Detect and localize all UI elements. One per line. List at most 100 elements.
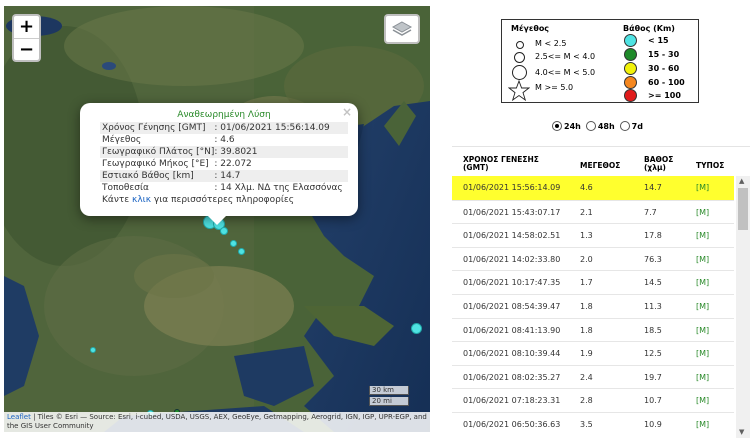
table-row[interactable]: 01/06/2021 14:02:33.80 2.0 76.3 [M] [452, 246, 734, 271]
cell-depth: 14.5 [644, 278, 662, 288]
legend-mag-4: M >= 5.0 [535, 83, 574, 92]
quake-popup: × Αναθεωρημένη Λύση Χρόνος Γένησης [GMT]… [80, 103, 358, 225]
events-panel: Μέγεθος Βάθος (Km) M < 2.5 2.5<= M < 4.0… [452, 0, 750, 438]
table-row[interactable]: 01/06/2021 15:43:07.17 2.1 7.7 [M] [452, 199, 734, 224]
cell-type: [M] [696, 231, 710, 241]
quake-marker[interactable] [411, 323, 422, 334]
popup-tip [208, 216, 226, 225]
cell-type: [M] [696, 325, 710, 335]
time-filter: 24h 48h 7d [552, 121, 646, 131]
popup-details: Χρόνος Γένησης [GMT]: 01/06/2021 15:56:1… [100, 122, 348, 194]
layers-icon [391, 21, 413, 36]
cell-time: 01/06/2021 08:54:39.47 [463, 301, 561, 311]
cell-depth: 10.9 [644, 419, 662, 429]
quake-marker[interactable] [230, 240, 237, 247]
popup-row: Γεωγραφικό Μήκος [°E]: 22.072 [100, 158, 348, 170]
cell-time: 01/06/2021 06:50:36.63 [463, 419, 561, 429]
map-view[interactable]: + − × Αναθεωρημένη Λύση Χρόνος Γένησης [… [4, 6, 430, 432]
cell-time: 01/06/2021 15:43:07.17 [463, 207, 561, 217]
cell-type: [M] [696, 372, 710, 382]
radio-48h-label[interactable]: 48h [598, 122, 615, 131]
cell-mag: 1.8 [580, 301, 593, 311]
quake-marker[interactable] [238, 248, 245, 255]
leaflet-link[interactable]: Leaflet [7, 413, 31, 421]
cell-depth: 14.7 [644, 183, 662, 192]
legend: Μέγεθος Βάθος (Km) M < 2.5 2.5<= M < 4.0… [501, 19, 699, 103]
header-type[interactable]: ΤΥΠΟΣ [696, 161, 724, 170]
table-row[interactable]: 01/06/2021 06:50:36.63 3.5 10.9 [M] [452, 411, 734, 436]
radio-48h[interactable] [585, 121, 596, 131]
popup-key: Εστιακό Βάθος [km] [100, 170, 215, 182]
magnitude-large-icon [512, 65, 527, 80]
quake-marker[interactable] [220, 227, 228, 235]
scrollbar-thumb[interactable] [738, 188, 748, 230]
cell-depth: 18.5 [644, 325, 662, 335]
popup-key: Μέγεθος [102, 135, 142, 145]
depth-red-dot [624, 89, 637, 102]
cell-time: 01/06/2021 15:56:14.09 [463, 183, 561, 192]
depth-green-dot [624, 48, 637, 61]
scroll-down-icon[interactable]: ▼ [739, 428, 744, 436]
popup-more-info: Κάντε κλικ για περισσότερες πληροφορίες [100, 195, 348, 205]
table-row[interactable]: 01/06/2021 07:18:23.31 2.8 10.7 [M] [452, 388, 734, 412]
header-magnitude[interactable]: ΜΕΓΕΘΟΣ [580, 161, 620, 170]
popup-value: : 14 Χλμ. ΝΔ της Ελασσόνας [214, 183, 343, 193]
cell-depth: 7.7 [644, 207, 657, 217]
scale-km: 30 km [369, 386, 409, 395]
cell-mag: 2.1 [580, 207, 593, 217]
cell-depth: 76.3 [644, 254, 662, 264]
table-row[interactable]: 01/06/2021 10:17:47.35 1.7 14.5 [M] [452, 270, 734, 294]
legend-mag-3: 4.0<= M < 5.0 [535, 68, 596, 77]
map-attribution: Leaflet | Tiles © Esri — Source: Esri, i… [4, 412, 430, 432]
cell-mag: 1.7 [580, 278, 593, 288]
table-row[interactable]: 01/06/2021 08:10:39.44 1.9 12.5 [M] [452, 341, 734, 365]
depth-yellow-dot [624, 62, 637, 75]
cell-depth: 19.7 [644, 372, 662, 382]
depth-orange-dot [624, 76, 637, 89]
radio-7d[interactable] [619, 121, 630, 131]
header-time-sub: (GMT) [463, 163, 489, 172]
popup-value: : 39.8021 [214, 146, 348, 158]
popup-key: Γεωγραφικό Πλάτος [°N] [100, 146, 215, 158]
cell-type: [M] [696, 207, 710, 217]
cell-mag: 1.9 [580, 349, 593, 359]
table-row[interactable]: 01/06/2021 08:02:35.27 2.4 19.7 [M] [452, 364, 734, 389]
zoom-in-button[interactable]: + [14, 16, 39, 38]
popup-row: Χρόνος Γένησης [GMT]: 01/06/2021 15:56:1… [100, 122, 348, 134]
depth-cyan-dot [624, 34, 637, 47]
radio-24h-label[interactable]: 24h [564, 122, 581, 131]
more-prefix: Κάντε [102, 195, 130, 205]
more-info-link[interactable]: κλικ [132, 195, 151, 205]
legend-depth-2: 15 - 30 [648, 50, 680, 59]
popup-title: Αναθεωρημένη Λύση [177, 110, 271, 120]
cell-time: 01/06/2021 07:18:23.31 [463, 396, 561, 406]
legend-depth-1: < 15 [648, 36, 669, 45]
quake-marker[interactable] [90, 347, 96, 353]
popup-key: Χρόνος Γένησης [GMT] [100, 122, 215, 134]
zoom-out-button[interactable]: − [14, 38, 39, 60]
table-row[interactable]: 01/06/2021 15:56:14.09 4.6 14.7 [M] [452, 176, 734, 200]
table-row[interactable]: 01/06/2021 08:54:39.47 1.8 11.3 [M] [452, 293, 734, 318]
layers-button[interactable] [384, 14, 420, 44]
events-table: 01/06/2021 15:56:14.09 4.6 14.7 [M] 01/06/2… [452, 176, 734, 436]
cell-mag: 2.8 [580, 396, 593, 406]
legend-depth-3: 30 - 60 [648, 64, 680, 73]
header-depth-sub: (χλμ) [644, 163, 666, 172]
magnitude-medium-icon [514, 52, 525, 63]
legend-mag-1: M < 2.5 [535, 39, 567, 48]
radio-24h[interactable] [552, 121, 562, 131]
legend-depth-5: >= 100 [648, 91, 681, 100]
cell-depth: 17.8 [644, 231, 662, 241]
cell-mag: 3.5 [580, 419, 593, 429]
table-row[interactable]: 01/06/2021 14:58:02.51 1.3 17.8 [M] [452, 223, 734, 247]
scroll-up-icon[interactable]: ▲ [739, 177, 744, 185]
table-row[interactable]: 01/06/2021 08:41:13.90 1.8 18.5 [M] [452, 317, 734, 342]
cell-mag: 4.6 [580, 183, 593, 192]
legend-depth-4: 60 - 100 [648, 78, 685, 87]
radio-7d-label[interactable]: 7d [632, 122, 643, 131]
magnitude-small-icon [516, 41, 524, 49]
popup-value: : 22.072 [214, 159, 252, 169]
popup-close-button[interactable]: × [342, 105, 352, 119]
table-scrollbar[interactable]: ▲ ▼ [736, 176, 750, 438]
cell-time: 01/06/2021 14:02:33.80 [463, 254, 561, 264]
